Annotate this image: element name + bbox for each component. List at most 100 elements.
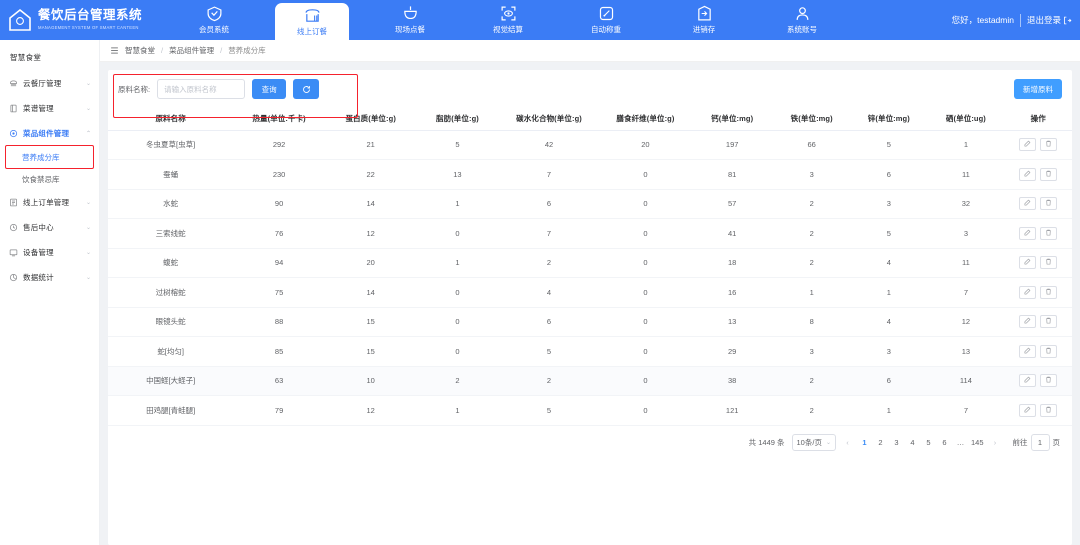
cell-protein: 12 (325, 396, 417, 426)
cell-operation (1004, 219, 1072, 249)
table-row: 蝮蛇9420120182411 (108, 248, 1072, 278)
pagination-next[interactable]: › (989, 438, 1002, 447)
pagination-page-4[interactable]: 4 (907, 438, 918, 447)
edit-row-button[interactable] (1019, 197, 1036, 210)
delete-row-button[interactable] (1040, 197, 1057, 210)
edit-row-button[interactable] (1019, 168, 1036, 181)
pagination-ellipsis[interactable]: … (955, 438, 966, 447)
nav-item-auto-weighing[interactable]: 自动称重 (569, 0, 643, 40)
user-area: 您好，testadmin 退出登录 (952, 0, 1080, 40)
cell-fat: 0 (416, 219, 498, 249)
sidebar-item-device-management[interactable]: 设备管理 ⌄ (0, 240, 99, 265)
pagination-page-6[interactable]: 6 (939, 438, 950, 447)
edit-row-button[interactable] (1019, 374, 1036, 387)
cell-zinc: 5 (850, 219, 927, 249)
pagination-page-2[interactable]: 2 (875, 438, 886, 447)
col-header-carbohydrate: 碳水化合物(单位:g) (498, 108, 599, 130)
pagination-prev[interactable]: ‹ (841, 438, 854, 447)
pagination-page-1[interactable]: 1 (859, 438, 870, 447)
nav-item-inventory[interactable]: 进销存 (667, 0, 741, 40)
cell-zinc: 6 (850, 160, 927, 190)
edit-row-button[interactable] (1019, 256, 1036, 269)
add-ingredient-button[interactable]: 新增原料 (1014, 79, 1062, 99)
search-button[interactable]: 查询 (252, 79, 286, 99)
sidebar-subitem-diet-taboo-library[interactable]: 饮食禁忌库 (0, 168, 99, 190)
cell-fat: 2 (416, 366, 498, 396)
reset-button[interactable] (293, 79, 319, 99)
cell-fat: 1 (416, 248, 498, 278)
col-header-energy: 热量(单位:千卡) (233, 108, 325, 130)
jump-page-input[interactable] (1031, 434, 1050, 451)
breadcrumb-item-1[interactable]: 智慧食堂 (125, 45, 155, 56)
cell-energy: 292 (233, 130, 325, 160)
breadcrumb: 智慧食堂 / 菜品组件管理 / 营养成分库 (100, 40, 1080, 62)
delete-row-button[interactable] (1040, 345, 1057, 358)
trash-icon (1045, 347, 1052, 356)
delete-row-button[interactable] (1040, 168, 1057, 181)
nav-item-visual-settlement[interactable]: 视觉结算 (471, 0, 545, 40)
nav-item-system-account[interactable]: 系统账号 (765, 0, 839, 40)
cell-energy: 85 (233, 337, 325, 367)
sidebar-item-online-order-management[interactable]: 线上订单管理 ⌄ (0, 190, 99, 215)
edit-row-button[interactable] (1019, 315, 1036, 328)
cell-zinc: 3 (850, 337, 927, 367)
breadcrumb-item-2[interactable]: 菜品组件管理 (169, 45, 214, 56)
col-header-fiber: 膳食纤维(单位:g) (600, 108, 692, 130)
sidebar-item-dish-component-management[interactable]: 菜品组件管理 ⌃ (0, 121, 99, 146)
logout-button[interactable]: 退出登录 (1027, 14, 1072, 26)
ingredient-name-input[interactable] (157, 79, 245, 99)
col-header-calcium: 钙(单位:mg) (691, 108, 773, 130)
nav-spacer (851, 0, 952, 40)
cell-name: 冬虫夏草[虫草] (108, 130, 233, 160)
sidebar-item-after-sales-center[interactable]: 售后中心 ⌄ (0, 215, 99, 240)
cell-operation (1004, 366, 1072, 396)
table-row: 过树榕蛇751404016117 (108, 278, 1072, 308)
chevron-down-icon: ⌄ (86, 199, 91, 206)
edit-row-button[interactable] (1019, 227, 1036, 240)
pagination-page-5[interactable]: 5 (923, 438, 934, 447)
edit-row-button[interactable] (1019, 286, 1036, 299)
delete-row-button[interactable] (1040, 227, 1057, 240)
cell-zinc: 6 (850, 366, 927, 396)
logout-icon (1063, 16, 1072, 25)
delete-row-button[interactable] (1040, 374, 1057, 387)
table-row: 眼镜头蛇8815060138412 (108, 307, 1072, 337)
table-row: 蛇[均匀]8515050293313 (108, 337, 1072, 367)
table-row: 蚕蛹230221370813611 (108, 160, 1072, 190)
cell-energy: 79 (233, 396, 325, 426)
edit-row-button[interactable] (1019, 345, 1036, 358)
nav-item-online-order[interactable]: 线上订餐 (275, 3, 349, 40)
cell-operation (1004, 160, 1072, 190)
sidebar-item-cloud-restaurant[interactable]: 云餐厅管理 ⌄ (0, 71, 99, 96)
cell-energy: 76 (233, 219, 325, 249)
sidebar-item-data-statistics[interactable]: 数据统计 ⌄ (0, 265, 99, 290)
delete-row-button[interactable] (1040, 256, 1057, 269)
cell-energy: 63 (233, 366, 325, 396)
nav-item-member-system[interactable]: 会员系统 (177, 0, 251, 40)
sidebar-subitem-label: 营养成分库 (22, 152, 60, 163)
cell-calcium: 18 (691, 248, 773, 278)
sidebar-item-menu-management[interactable]: 菜谱管理 ⌄ (0, 96, 99, 121)
menu-fold-icon[interactable] (110, 46, 119, 55)
delete-row-button[interactable] (1040, 315, 1057, 328)
nav-item-onsite-order[interactable]: 现场点餐 (373, 0, 447, 40)
cell-selenium: 3 (927, 219, 1004, 249)
trash-icon (1045, 229, 1052, 238)
cell-energy: 94 (233, 248, 325, 278)
sidebar-subitem-label: 饮食禁忌库 (22, 174, 60, 185)
cell-iron: 2 (773, 189, 850, 219)
delete-row-button[interactable] (1040, 404, 1057, 417)
header-divider (1020, 14, 1021, 27)
cell-calcium: 41 (691, 219, 773, 249)
pagination-last-page[interactable]: 145 (971, 438, 984, 447)
book-icon (9, 104, 18, 113)
jump-suffix-label: 页 (1053, 437, 1061, 448)
sidebar-subitem-nutrition-library[interactable]: 营养成分库 (6, 146, 93, 168)
edit-row-button[interactable] (1019, 138, 1036, 151)
pagination-page-3[interactable]: 3 (891, 438, 902, 447)
delete-row-button[interactable] (1040, 286, 1057, 299)
table-row: 冬虫夏草[虫草]29221542201976651 (108, 130, 1072, 160)
edit-row-button[interactable] (1019, 404, 1036, 417)
delete-row-button[interactable] (1040, 138, 1057, 151)
page-size-select[interactable]: 10条/页 ⌄ (792, 434, 836, 451)
